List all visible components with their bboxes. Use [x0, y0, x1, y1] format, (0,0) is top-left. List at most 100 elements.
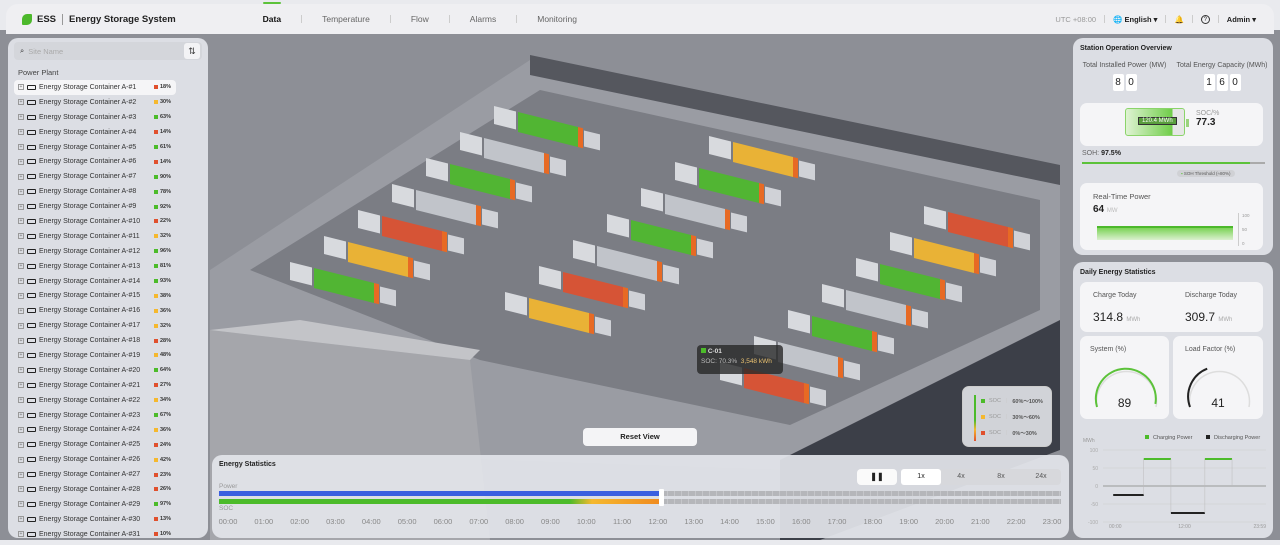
expand-icon[interactable]: +	[18, 367, 24, 374]
expand-icon[interactable]: +	[18, 129, 24, 136]
power-label: Power	[219, 483, 238, 490]
container-list-item[interactable]: + Energy Storage Container A-#26 42%	[14, 452, 176, 467]
expand-icon[interactable]: +	[18, 397, 24, 404]
expand-icon[interactable]: +	[18, 158, 24, 165]
expand-icon[interactable]: +	[18, 263, 24, 270]
speed-8x[interactable]: 8x	[981, 469, 1021, 485]
help-icon[interactable]: ?	[1200, 14, 1210, 24]
soc-value: 77.3	[1196, 117, 1216, 128]
soc-level-indicator	[154, 353, 158, 358]
container-list-item[interactable]: + Energy Storage Container A-#28 26%	[14, 482, 176, 497]
soc-label: SOC/%	[1196, 110, 1220, 117]
container-list-item[interactable]: + Energy Storage Container A-#23 67%	[14, 408, 176, 423]
user-menu[interactable]: Admin ▾	[1227, 15, 1256, 24]
expand-icon[interactable]: +	[18, 456, 24, 463]
container-list-item[interactable]: + Energy Storage Container A-#7 90%	[14, 169, 176, 184]
realtime-power-area	[1097, 226, 1233, 240]
tab-temperature[interactable]: Temperature	[322, 14, 370, 24]
expand-icon[interactable]: +	[18, 322, 24, 329]
container-list-item[interactable]: + Energy Storage Container A-#25 24%	[14, 437, 176, 452]
expand-icon[interactable]: +	[18, 99, 24, 106]
container-list-item[interactable]: + Energy Storage Container A-#8 78%	[14, 184, 176, 199]
container-list-item[interactable]: + Energy Storage Container A-#9 92%	[14, 199, 176, 214]
expand-icon[interactable]: +	[18, 412, 24, 419]
site-search[interactable]: ⌕ Site Name ⇅	[14, 42, 202, 60]
container-list-item[interactable]: + Energy Storage Container A-#19 48%	[14, 348, 176, 363]
expand-icon[interactable]: +	[18, 292, 24, 299]
container-list-item[interactable]: + Energy Storage Container A-#20 64%	[14, 363, 176, 378]
container-list-item[interactable]: + Energy Storage Container A-#3 63%	[14, 110, 176, 125]
expand-icon[interactable]: +	[18, 441, 24, 448]
container-list-item[interactable]: + Energy Storage Container A-#21 27%	[14, 378, 176, 393]
container-list-item[interactable]: + Energy Storage Container A-#27 23%	[14, 467, 176, 482]
expand-icon[interactable]: +	[18, 531, 24, 538]
container-list-item[interactable]: + Energy Storage Container A-#29 97%	[14, 497, 176, 512]
speed-1x[interactable]: 1x	[901, 469, 941, 485]
expand-icon[interactable]: +	[18, 188, 24, 195]
hour-tick: 03:00	[326, 517, 345, 526]
container-list-item[interactable]: + Energy Storage Container A-#6 14%	[14, 154, 176, 169]
pause-button[interactable]: ❚❚	[857, 469, 897, 485]
expand-icon[interactable]: +	[18, 203, 24, 210]
expand-icon[interactable]: +	[18, 218, 24, 225]
container-list-item[interactable]: + Energy Storage Container A-#31 10%	[14, 527, 176, 542]
timeline-track[interactable]	[219, 489, 1061, 506]
expand-icon[interactable]: +	[18, 307, 24, 314]
container-list-item[interactable]: + Energy Storage Container A-#15 38%	[14, 288, 176, 303]
container-list-item[interactable]: + Energy Storage Container A-#4 14%	[14, 125, 176, 140]
load-value: 41	[1211, 396, 1225, 410]
language-select[interactable]: 🌐 English ▾	[1113, 15, 1157, 24]
installed-power-label: Total Installed Power (MW)	[1082, 62, 1167, 69]
search-icon: ⌕	[20, 46, 25, 55]
container-list-item[interactable]: + Energy Storage Container A-#18 28%	[14, 333, 176, 348]
expand-icon[interactable]: +	[18, 278, 24, 285]
container-list-item[interactable]: + Energy Storage Container A-#17 32%	[14, 318, 176, 333]
container-list-item[interactable]: + Energy Storage Container A-#30 13%	[14, 512, 176, 527]
group-label: Power Plant	[18, 68, 59, 77]
expand-icon[interactable]: +	[18, 248, 24, 255]
expand-icon[interactable]: +	[18, 337, 24, 344]
tab-flow[interactable]: Flow	[411, 14, 429, 24]
expand-icon[interactable]: +	[18, 516, 24, 523]
discharge-label: Discharge Today	[1185, 292, 1238, 299]
container-list-item[interactable]: + Energy Storage Container A-#22 34%	[14, 393, 176, 408]
hour-tick: 09:00	[541, 517, 560, 526]
expand-icon[interactable]: +	[18, 84, 24, 91]
soc-legend: SOC | 60%～100% SOC | 30%～60% SOC | 0%～30%	[962, 386, 1052, 447]
expand-icon[interactable]: +	[18, 471, 24, 478]
sort-button[interactable]: ⇅	[184, 43, 200, 59]
expand-icon[interactable]: +	[18, 173, 24, 180]
x-tick: 12:00	[1178, 524, 1191, 530]
station-overview-panel: Station Operation Overview Total Install…	[1073, 38, 1273, 255]
expand-icon[interactable]: +	[18, 382, 24, 389]
tab-alarms[interactable]: Alarms	[470, 14, 496, 24]
expand-icon[interactable]: +	[18, 144, 24, 150]
bell-icon[interactable]: 🔔	[1174, 15, 1183, 24]
speed-24x[interactable]: 24x	[1021, 469, 1061, 485]
expand-icon[interactable]: +	[18, 114, 24, 121]
container-list-item[interactable]: + Energy Storage Container A-#11 32%	[14, 229, 176, 244]
container-list-item[interactable]: + Energy Storage Container A-#5 61%	[14, 140, 176, 155]
soc-level-indicator	[154, 249, 158, 254]
reset-view-button[interactable]: Reset View	[583, 428, 697, 446]
container-list-item[interactable]: + Energy Storage Container A-#2 30%	[14, 95, 176, 110]
container-list-item[interactable]: + Energy Storage Container A-#14 93%	[14, 274, 176, 289]
realtime-power-label: Real-Time Power	[1093, 192, 1151, 201]
tab-data[interactable]: Data	[262, 2, 282, 24]
timeline-handle[interactable]	[659, 489, 665, 506]
container-list-item[interactable]: + Energy Storage Container A-#10 22%	[14, 214, 176, 229]
expand-icon[interactable]: +	[18, 426, 24, 433]
search-placeholder[interactable]: Site Name	[28, 47, 63, 56]
expand-icon[interactable]: +	[18, 486, 24, 493]
container-list-item[interactable]: + Energy Storage Container A-#1 18%	[14, 80, 176, 95]
container-list-item[interactable]: + Energy Storage Container A-#12 96%	[14, 244, 176, 259]
legend-label: SOC	[989, 398, 1001, 404]
expand-icon[interactable]: +	[18, 233, 24, 240]
expand-icon[interactable]: +	[18, 352, 24, 359]
expand-icon[interactable]: +	[18, 501, 24, 508]
container-list-item[interactable]: + Energy Storage Container A-#13 81%	[14, 259, 176, 274]
container-list-item[interactable]: + Energy Storage Container A-#24 36%	[14, 422, 176, 437]
tab-monitoring[interactable]: Monitoring	[537, 14, 577, 24]
speed-4x[interactable]: 4x	[941, 469, 981, 485]
container-list-item[interactable]: + Energy Storage Container A-#16 36%	[14, 303, 176, 318]
